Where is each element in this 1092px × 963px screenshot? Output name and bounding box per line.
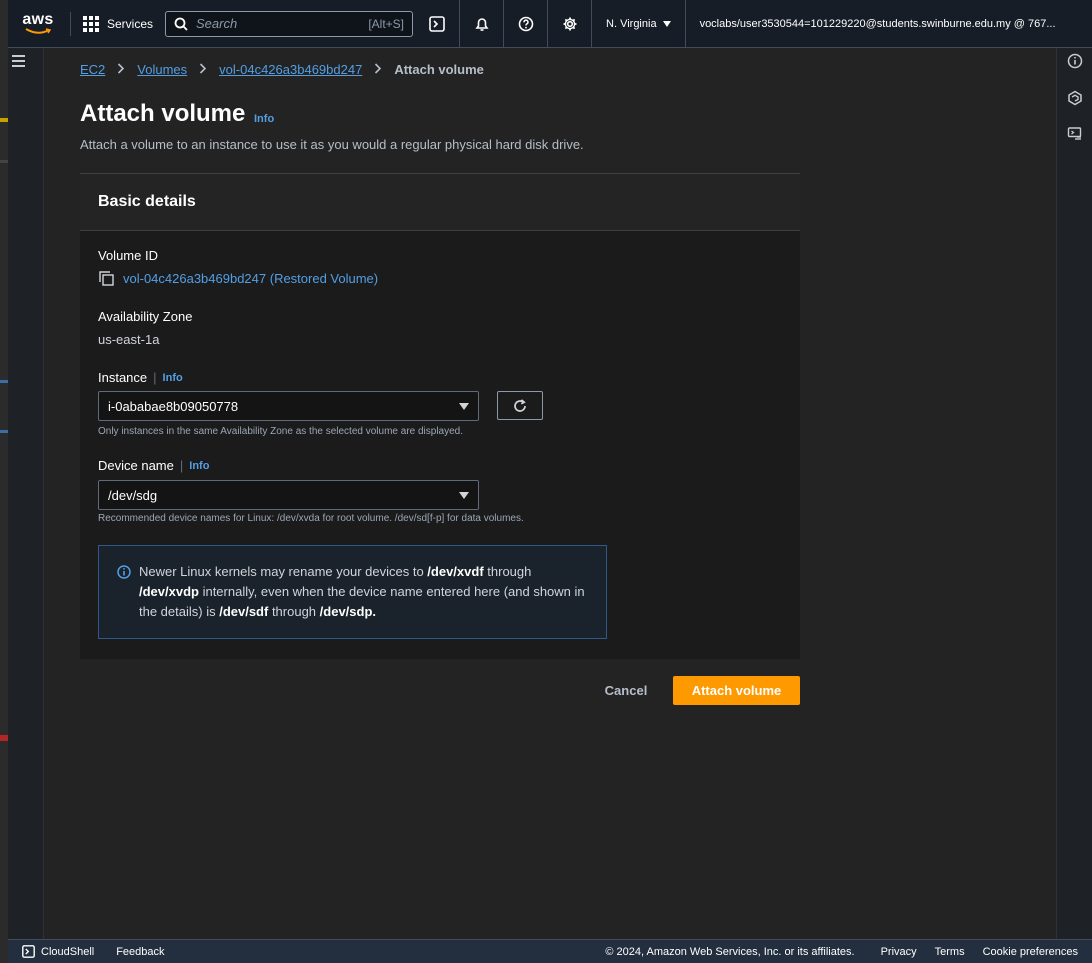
chevron-down-icon bbox=[662, 20, 671, 27]
cloudshell-footer-button[interactable]: CloudShell bbox=[22, 945, 94, 958]
panel-title: Basic details bbox=[98, 193, 196, 210]
breadcrumb-ec2[interactable]: EC2 bbox=[80, 62, 105, 77]
services-label: Services bbox=[107, 16, 154, 31]
search-placeholder: Search bbox=[196, 16, 238, 31]
instance-hint: Only instances in the same Availability … bbox=[98, 426, 464, 437]
volume-id-link[interactable]: vol-04c426a3b469bd247 (Restored Volume) bbox=[98, 270, 378, 287]
device-info-link[interactable]: Info bbox=[189, 460, 209, 472]
attach-volume-button[interactable]: Attach volume bbox=[673, 676, 800, 705]
services-menu-button[interactable]: Services bbox=[79, 15, 157, 32]
device-name-value: /dev/sdg bbox=[108, 487, 158, 503]
top-navigation-bar: aws Services Search [Alt+S] N. Virginia … bbox=[8, 0, 1092, 48]
bell-icon bbox=[474, 17, 489, 31]
breadcrumb-volume-id[interactable]: vol-04c426a3b469bd247 bbox=[219, 62, 362, 77]
refresh-icon bbox=[514, 398, 526, 412]
help-button[interactable] bbox=[503, 0, 547, 48]
search-shortcut: [Alt+S] bbox=[368, 16, 405, 31]
info-panel-icon[interactable] bbox=[1067, 53, 1083, 69]
breadcrumb-chevron-icon bbox=[199, 62, 207, 77]
copyright-text: © 2024, Amazon Web Services, Inc. or its… bbox=[605, 945, 855, 958]
breadcrumb-chevron-icon bbox=[117, 62, 125, 77]
page-title: Attach volume bbox=[80, 100, 246, 127]
instance-label-row: Instance | Info bbox=[98, 370, 183, 385]
cancel-button[interactable]: Cancel bbox=[596, 677, 656, 704]
settings-button[interactable] bbox=[547, 0, 591, 48]
terms-link[interactable]: Terms bbox=[935, 946, 965, 958]
caret-down-icon bbox=[459, 491, 469, 499]
feedback-panel-icon[interactable] bbox=[1067, 126, 1083, 142]
label-divider: | bbox=[179, 458, 184, 473]
privacy-link[interactable]: Privacy bbox=[881, 946, 917, 958]
copy-icon[interactable] bbox=[98, 270, 115, 287]
cloudshell-label: CloudShell bbox=[41, 945, 95, 958]
info-alert: Newer Linux kernels may rename your devi… bbox=[98, 545, 607, 639]
region-label: N. Virginia bbox=[606, 17, 657, 30]
menu-icon[interactable] bbox=[12, 55, 25, 67]
account-menu[interactable]: voclabs/user3530544=101229220@students.s… bbox=[684, 0, 1092, 48]
cloudshell-nav-button[interactable] bbox=[415, 0, 459, 48]
notifications-button[interactable] bbox=[459, 0, 503, 48]
cloudshell-icon bbox=[22, 945, 35, 958]
panel-header: Basic details bbox=[80, 174, 800, 231]
aws-logo[interactable]: aws bbox=[14, 0, 62, 48]
cloudshell-icon bbox=[429, 15, 445, 32]
aws-logo-text: aws bbox=[22, 10, 54, 28]
region-selector[interactable]: N. Virginia bbox=[591, 0, 685, 48]
tools-rail bbox=[1056, 48, 1092, 939]
breadcrumb-current: Attach volume bbox=[394, 62, 484, 77]
availability-zone-label: Availability Zone bbox=[98, 309, 193, 324]
applications-icon[interactable] bbox=[1067, 90, 1083, 106]
caret-down-icon bbox=[459, 402, 469, 410]
help-icon bbox=[518, 16, 533, 31]
breadcrumb: EC2 Volumes vol-04c426a3b469bd247 Attach… bbox=[80, 62, 484, 77]
aws-smile-icon bbox=[25, 27, 51, 34]
side-navigation-rail bbox=[8, 48, 44, 939]
refresh-instances-button[interactable] bbox=[497, 391, 543, 420]
volume-id-value: vol-04c426a3b469bd247 (Restored Volume) bbox=[123, 271, 379, 286]
breadcrumb-volumes[interactable]: Volumes bbox=[137, 62, 187, 77]
device-label-row: Device name | Info bbox=[98, 458, 209, 473]
instance-select-value: i-0ababae8b09050778 bbox=[108, 398, 239, 414]
cookie-preferences-link[interactable]: Cookie preferences bbox=[983, 946, 1078, 958]
breadcrumb-chevron-icon bbox=[374, 62, 382, 77]
volume-id-label: Volume ID bbox=[98, 248, 158, 263]
instance-info-link[interactable]: Info bbox=[163, 372, 183, 384]
device-name-label: Device name bbox=[98, 458, 174, 473]
search-icon bbox=[174, 17, 188, 31]
device-name-select[interactable]: /dev/sdg bbox=[98, 480, 479, 510]
search-input[interactable]: Search [Alt+S] bbox=[165, 10, 414, 37]
nav-separator bbox=[70, 11, 71, 36]
instance-select[interactable]: i-0ababae8b09050778 bbox=[98, 391, 479, 421]
page-info-link[interactable]: Info bbox=[254, 113, 274, 125]
info-circle-icon bbox=[117, 565, 131, 579]
instance-label: Instance bbox=[98, 370, 148, 385]
footer-bar: CloudShell Feedback © 2024, Amazon Web S… bbox=[8, 939, 1092, 963]
services-grid-icon bbox=[83, 15, 99, 32]
background-window-strip bbox=[0, 0, 8, 963]
device-hint: Recommended device names for Linux: /dev… bbox=[98, 513, 524, 524]
gear-icon bbox=[563, 17, 577, 30]
account-label: voclabs/user3530544=101229220@students.s… bbox=[699, 17, 1056, 30]
availability-zone-value: us-east-1a bbox=[98, 332, 160, 347]
alert-text: Newer Linux kernels may rename your devi… bbox=[139, 564, 585, 619]
label-divider: | bbox=[153, 370, 157, 385]
feedback-link[interactable]: Feedback bbox=[116, 946, 164, 958]
page-description: Attach a volume to an instance to use it… bbox=[80, 137, 584, 152]
